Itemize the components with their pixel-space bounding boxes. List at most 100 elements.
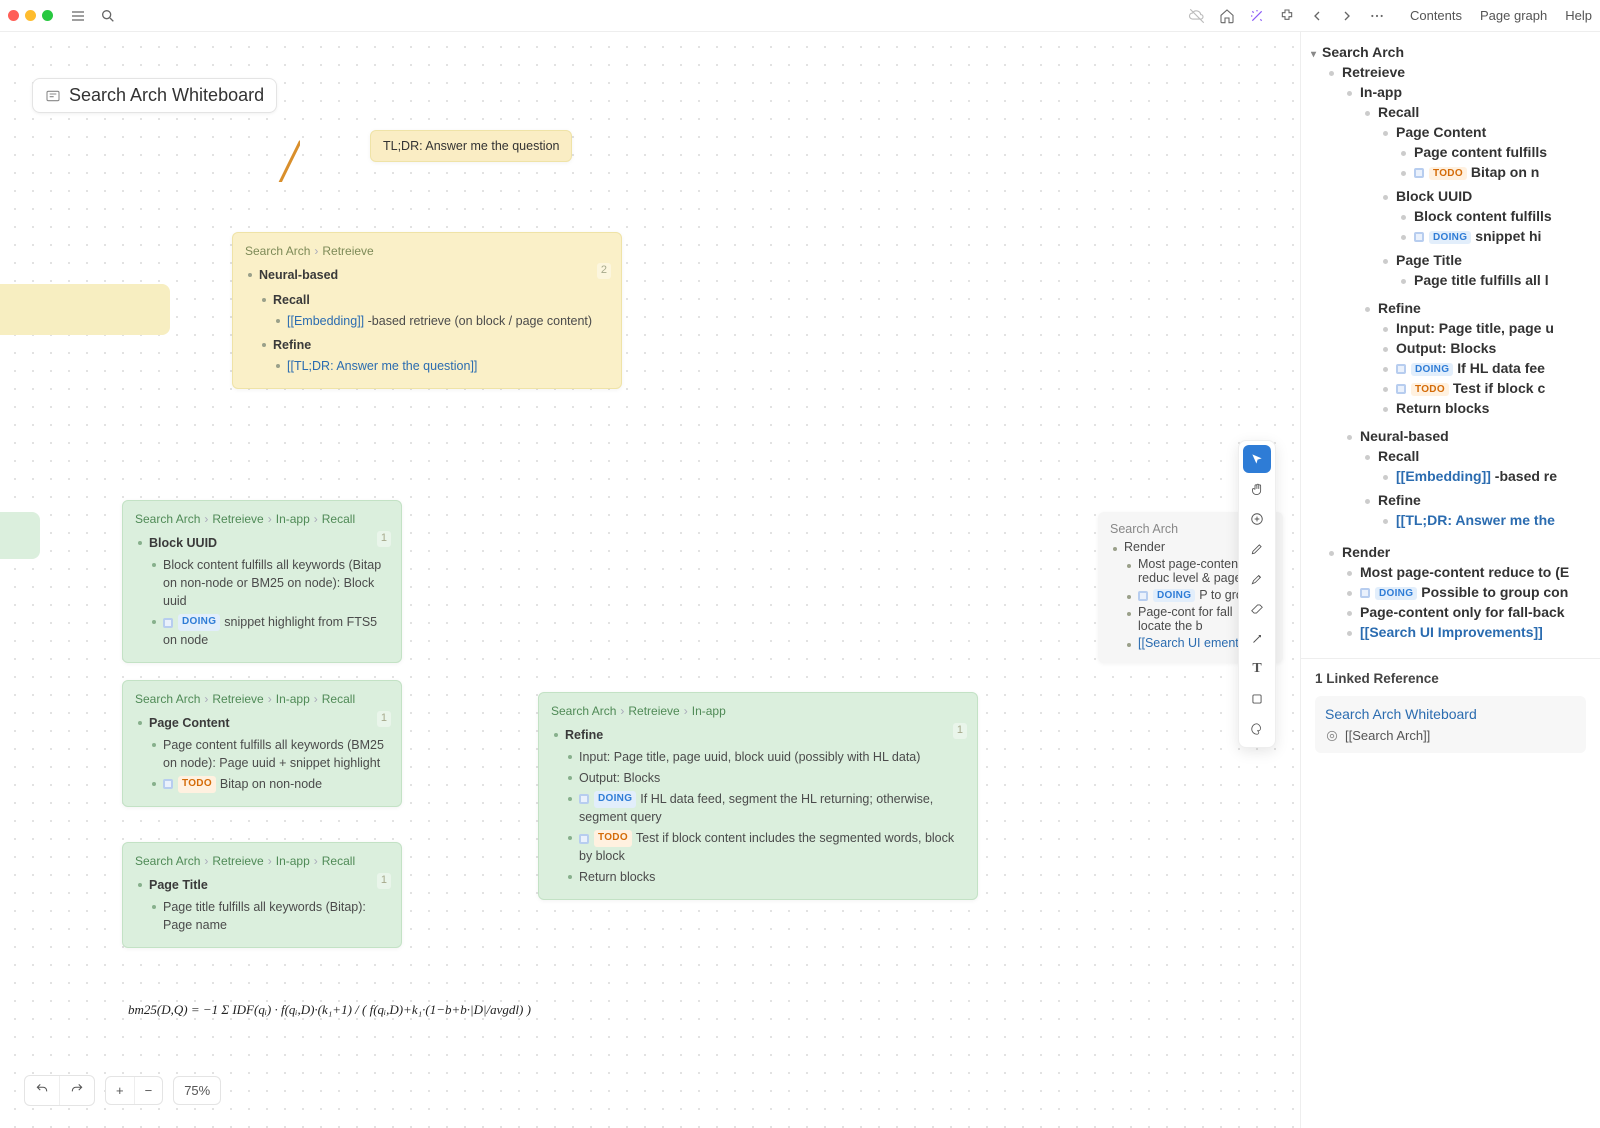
magic-wand-icon[interactable]	[1246, 5, 1268, 27]
outline-retreieve[interactable]: Retreieve In-app Recall Page Content	[1329, 64, 1594, 540]
tool-pencil[interactable]	[1243, 535, 1271, 563]
tool-color[interactable]	[1243, 715, 1271, 743]
close-window[interactable]	[8, 10, 19, 21]
note-tldr[interactable]: TL;DR: Answer me the question	[370, 130, 572, 162]
card-neural-based[interactable]: Search Arch›Retreieve 2 Neural-based Rec…	[232, 232, 622, 389]
card-block-uuid[interactable]: Search Arch›Retreieve›In-app›Recall 1 Bl…	[122, 500, 402, 663]
outline-page-title[interactable]: Page Title Page title fulfills all l	[1383, 252, 1594, 292]
outline-item[interactable]: [[Search UI Improvements]]	[1347, 624, 1594, 640]
list-item: TODOTest if block content includes the s…	[565, 829, 965, 865]
outline-neural[interactable]: Neural-based Recall [[Embedding]] -based…	[1347, 428, 1594, 536]
bm25-formula: bm25(D,Q) = −1 Σ IDF(qᵢ) · f(qᵢ,D)·(k₁+1…	[128, 1002, 531, 1018]
heading: Page Content	[135, 714, 389, 732]
outline-render[interactable]: Render Most page-content reduce to (E DO…	[1329, 544, 1594, 644]
zoom-level[interactable]: 75%	[173, 1076, 221, 1105]
list-item: DOINGIf HL data feed, segment the HL ret…	[565, 790, 965, 826]
menu-icon[interactable]	[67, 5, 89, 27]
tool-select[interactable]	[1243, 445, 1271, 473]
linked-references: 1 Linked Reference Search Arch Whiteboar…	[1301, 658, 1600, 765]
outline-item[interactable]: DOINGsnippet hi	[1401, 228, 1594, 244]
breadcrumb: Search Arch›Retreieve›In-app›Recall	[135, 853, 389, 870]
tool-add-block[interactable]	[1243, 505, 1271, 533]
tool-text[interactable]: T	[1243, 655, 1271, 683]
list-item: Output: Blocks	[565, 769, 965, 787]
heading-recall: Recall	[259, 291, 609, 309]
outline-recall[interactable]: Recall Page Content Page content fulfill…	[1365, 104, 1594, 296]
whiteboard-toolbar: T	[1238, 440, 1276, 748]
breadcrumb: Search Arch›Retreieve	[245, 243, 609, 260]
minimize-window[interactable]	[25, 10, 36, 21]
outline-item[interactable]: Page title fulfills all l	[1401, 272, 1594, 288]
search-icon[interactable]	[97, 5, 119, 27]
nav-back-icon[interactable]	[1306, 5, 1328, 27]
outline-item[interactable]: [[Embedding]] -based re	[1383, 468, 1594, 484]
outline-item[interactable]: TODOTest if block c	[1383, 380, 1594, 396]
note-tldr-text: TL;DR: Answer me the question	[383, 139, 559, 153]
outline-item[interactable]: Output: Blocks	[1383, 340, 1594, 356]
outline-refine[interactable]: Refine Input: Page title, page u Output:…	[1365, 300, 1594, 420]
linked-ref-title: Search Arch Whiteboard	[1325, 706, 1576, 722]
tab-page-graph[interactable]: Page graph	[1480, 8, 1547, 23]
outline-root[interactable]: Search Arch Retreieve In-app Recall Page…	[1311, 44, 1594, 648]
tab-help[interactable]: Help	[1565, 8, 1592, 23]
outline-n-recall[interactable]: Recall [[Embedding]] -based re	[1365, 448, 1594, 488]
zoom-out-button[interactable]: −	[134, 1077, 163, 1104]
outline-tree: Search Arch Retreieve In-app Recall Page…	[1301, 32, 1600, 658]
canvas-bottom-bar: + − 75%	[24, 1075, 221, 1106]
tool-connector[interactable]	[1243, 625, 1271, 653]
page-title-pill[interactable]: Search Arch Whiteboard	[32, 78, 277, 113]
tab-contents[interactable]: Contents	[1410, 8, 1462, 23]
page-title: Search Arch Whiteboard	[69, 85, 264, 106]
breadcrumb: Search Arch›Retreieve›In-app›Recall	[135, 691, 389, 708]
zoom-group: + −	[105, 1076, 163, 1105]
plugin-icon[interactable]	[1276, 5, 1298, 27]
card-refine[interactable]: Search Arch›Retreieve›In-app 1 Refine In…	[538, 692, 978, 900]
breadcrumb: Search Arch›Retreieve›In-app›Recall	[135, 511, 389, 528]
heading: Block UUID	[135, 534, 389, 552]
topbar: Contents Page graph Help	[0, 0, 1600, 32]
nav-forward-icon[interactable]	[1336, 5, 1358, 27]
outline-page-content[interactable]: Page Content Page content fulfills TODOB…	[1383, 124, 1594, 184]
outline-n-refine[interactable]: Refine [[TL;DR: Answer me the	[1365, 492, 1594, 532]
list-item: Page content fulfills all keywords (BM25…	[149, 736, 389, 772]
outline-item[interactable]: TODOBitap on n	[1401, 164, 1594, 180]
outline-item[interactable]: Most page-content reduce to (E	[1347, 564, 1594, 580]
outline-item[interactable]: Return blocks	[1383, 400, 1594, 416]
linked-ref-row: [[Search Arch]]	[1325, 728, 1576, 743]
item-embedding: [[Embedding]] -based retrieve (on block …	[273, 312, 609, 330]
partial-card-left-green[interactable]: p	[0, 512, 40, 559]
outline-item[interactable]: DOINGIf HL data fee	[1383, 360, 1594, 376]
tool-shape[interactable]	[1243, 685, 1271, 713]
outline-item[interactable]: [[TL;DR: Answer me the	[1383, 512, 1594, 528]
partial-card-left-yellow[interactable]: l-based	[0, 284, 170, 335]
tool-hand[interactable]	[1243, 475, 1271, 503]
card-page-title[interactable]: Search Arch›Retreieve›In-app›Recall 1 Pa…	[122, 842, 402, 948]
more-icon[interactable]	[1366, 5, 1388, 27]
undo-button[interactable]	[25, 1076, 59, 1105]
outline-inapp[interactable]: In-app Recall Page Content Page content …	[1347, 84, 1594, 424]
list-item: DOINGsnippet highlight from FTS5 on node	[149, 613, 389, 649]
heading: Refine	[551, 726, 965, 744]
home-icon[interactable]	[1216, 5, 1238, 27]
tool-eraser[interactable]	[1243, 595, 1271, 623]
outline-item[interactable]: DOINGPossible to group con	[1347, 584, 1594, 600]
target-icon	[1325, 729, 1339, 743]
checkbox-icon	[579, 794, 589, 804]
cloud-off-icon[interactable]	[1186, 5, 1208, 27]
zoom-in-button[interactable]: +	[106, 1077, 134, 1104]
maximize-window[interactable]	[42, 10, 53, 21]
checkbox-icon	[1138, 591, 1148, 601]
card-page-content[interactable]: Search Arch›Retreieve›In-app›Recall 1 Pa…	[122, 680, 402, 807]
outline-item[interactable]: Input: Page title, page u	[1383, 320, 1594, 336]
checkbox-icon	[163, 779, 173, 789]
linked-ref-card[interactable]: Search Arch Whiteboard [[Search Arch]]	[1315, 696, 1586, 753]
outline-panel[interactable]: Search Arch Retreieve In-app Recall Page…	[1300, 32, 1600, 1128]
redo-button[interactable]	[59, 1076, 94, 1105]
whiteboard-canvas[interactable]: Search Arch Whiteboard l-based p TL;DR: …	[0, 32, 1300, 1128]
outline-block-uuid[interactable]: Block UUID Block content fulfills DOINGs…	[1383, 188, 1594, 248]
tool-highlighter[interactable]	[1243, 565, 1271, 593]
outline-item[interactable]: Page-content only for fall-back	[1347, 604, 1594, 620]
list-item: Input: Page title, page uuid, block uuid…	[565, 748, 965, 766]
outline-item[interactable]: Page content fulfills	[1401, 144, 1594, 160]
outline-item[interactable]: Block content fulfills	[1401, 208, 1594, 224]
